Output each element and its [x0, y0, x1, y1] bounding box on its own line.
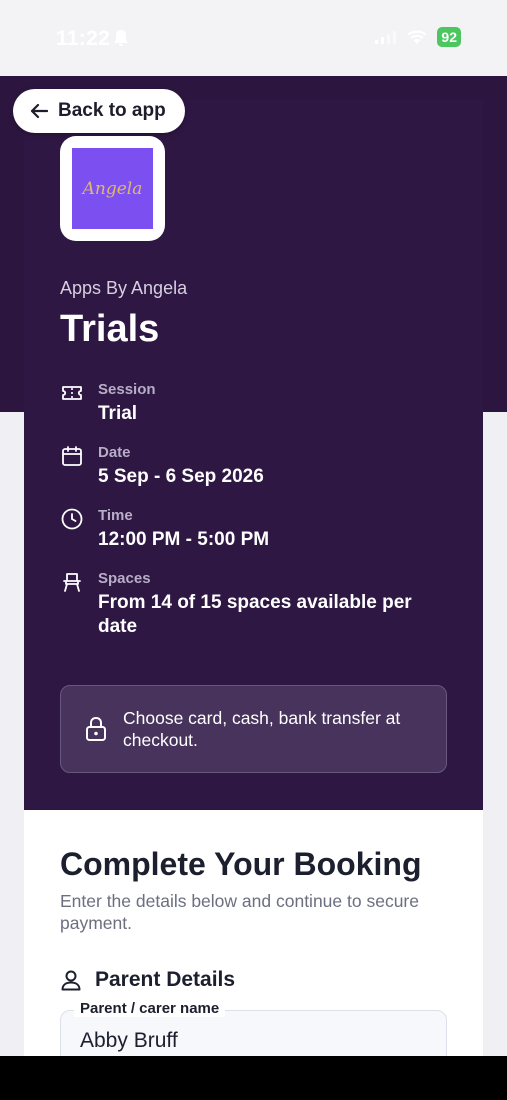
parent-details-label: Parent Details	[95, 968, 236, 991]
parent-details-heading: Parent Details	[60, 968, 235, 992]
parent-name-label: Parent / carer name	[74, 1000, 226, 1017]
clock-icon	[61, 508, 83, 530]
user-icon	[61, 970, 81, 991]
ticket-icon	[62, 386, 82, 400]
wifi-icon	[407, 30, 427, 44]
payment-notice-text: Choose card, cash, bank transfer at chec…	[123, 708, 401, 750]
detail-date: Date 5 Sep - 6 Sep 2026	[60, 444, 438, 489]
detail-spaces: Spaces From 14 of 15 spaces available pe…	[60, 570, 438, 639]
back-button-label: Back to app	[58, 100, 166, 121]
booking-subtitle: Enter the details below and continue to …	[60, 891, 419, 933]
page-title: Trials	[60, 308, 160, 350]
spaces-label: Spaces	[98, 570, 151, 587]
time-value: 12:00 PM - 5:00 PM	[98, 529, 270, 550]
date-value: 5 Sep - 6 Sep 2026	[98, 466, 264, 487]
system-bottom-bar	[0, 1056, 507, 1100]
date-label: Date	[98, 444, 131, 461]
time-label: Time	[98, 507, 133, 524]
session-label: Session	[98, 381, 156, 398]
provider-name: Apps By Angela	[60, 278, 188, 298]
spaces-value: From 14 of 15 spaces available per date	[98, 592, 412, 637]
battery-indicator: 92	[437, 27, 461, 47]
calendar-icon	[62, 446, 82, 466]
logo-text: Angela	[82, 178, 143, 199]
signal-icon	[375, 31, 397, 44]
arrow-left-icon	[30, 103, 48, 119]
payment-notice: Choose card, cash, bank transfer at chec…	[60, 685, 447, 773]
lock-icon	[86, 716, 106, 741]
logo-image: Angela	[72, 148, 153, 229]
status-time: 11:22	[56, 27, 111, 50]
detail-session: Session Trial	[60, 381, 438, 426]
status-bar: 11:22 92	[0, 0, 507, 76]
booking-title: Complete Your Booking	[60, 846, 422, 882]
provider-logo: Angela	[60, 136, 165, 241]
bell-icon	[114, 30, 128, 46]
session-value: Trial	[98, 403, 138, 424]
detail-time: Time 12:00 PM - 5:00 PM	[60, 507, 438, 552]
chair-icon	[63, 573, 81, 592]
parent-name-value[interactable]: Abby Bruff	[80, 1029, 178, 1053]
back-to-app-button[interactable]: Back to app	[13, 89, 185, 133]
status-indicators: 92	[375, 27, 461, 47]
